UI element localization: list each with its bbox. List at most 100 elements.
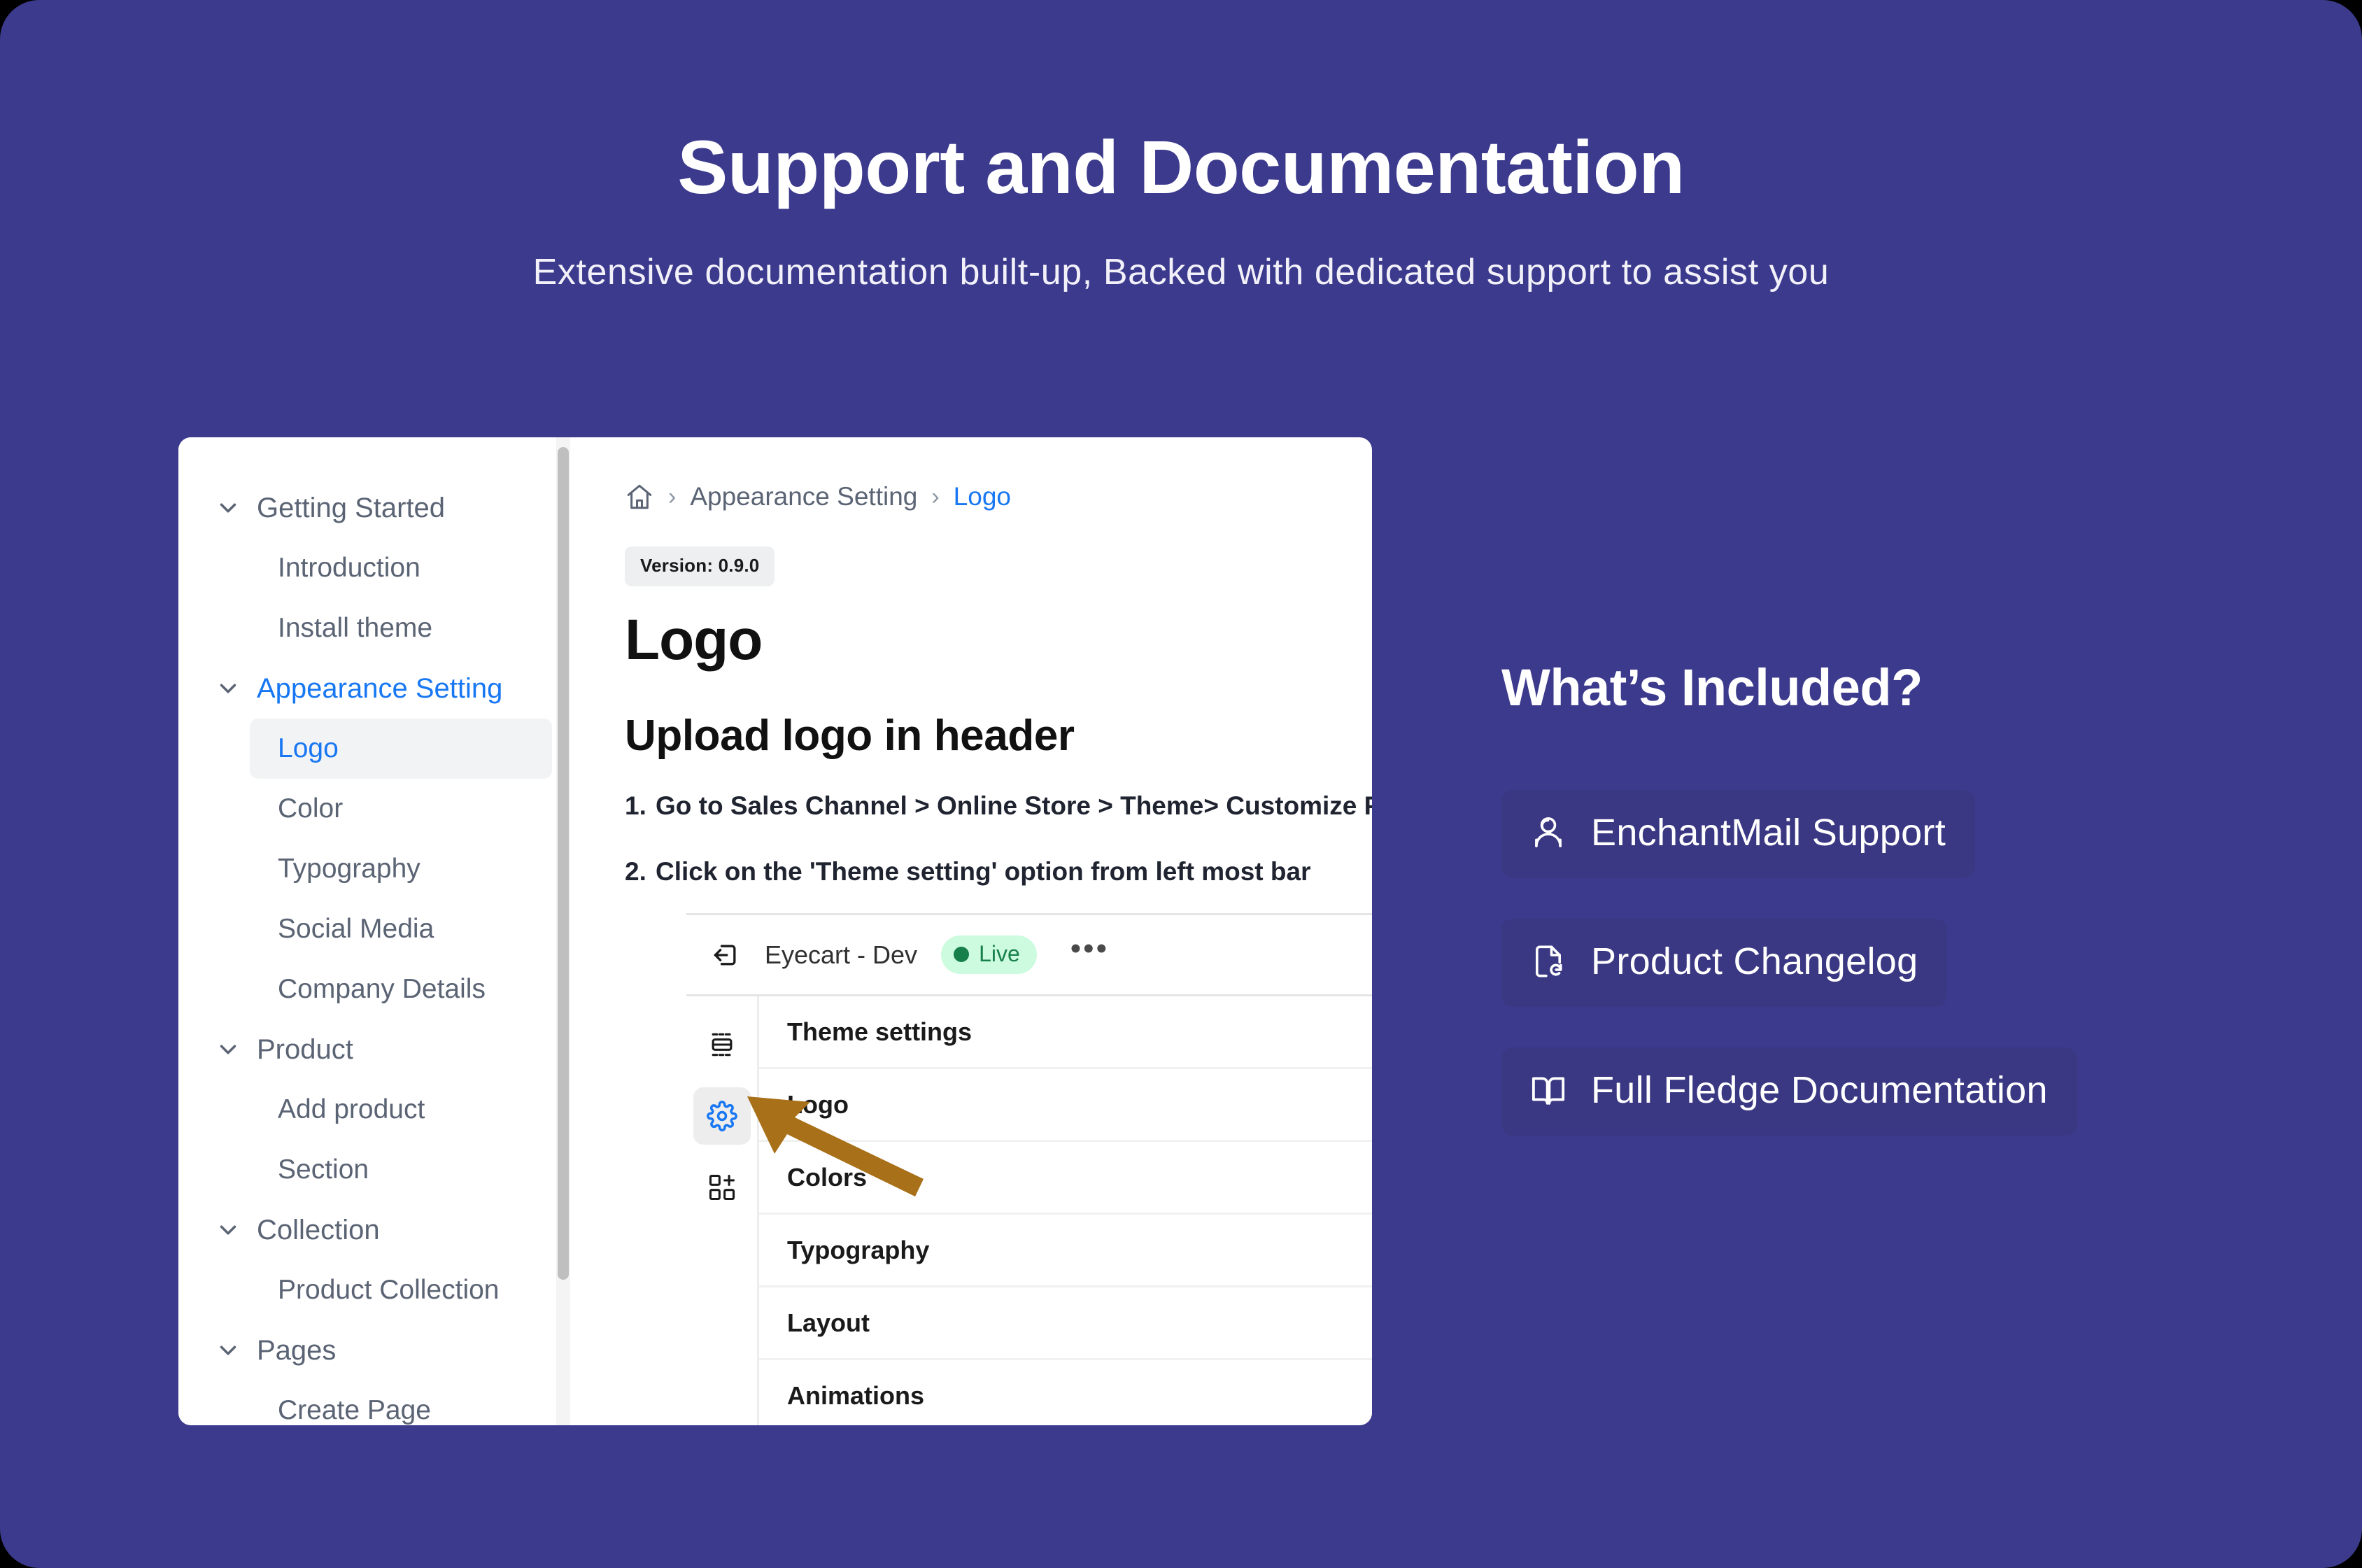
document-refresh-icon: [1529, 942, 1567, 980]
sidebar-item-label: Section: [278, 1154, 369, 1185]
sidebar-item-company-details[interactable]: Company Details: [250, 959, 552, 1019]
breadcrumb-separator: ›: [668, 483, 677, 510]
doc-step-number: 2.: [625, 857, 646, 886]
sidebar-item-label: Introduction: [278, 553, 420, 583]
slide-root: Support and Documentation Extensive docu…: [0, 0, 2362, 1568]
doc-heading: Logo: [625, 608, 763, 672]
row-label: Layout: [787, 1308, 870, 1337]
embed-rail-sidebar: [686, 996, 759, 1425]
theme-settings-row[interactable]: Logo: [759, 1069, 1372, 1142]
apps-add-icon[interactable]: [693, 1159, 751, 1216]
sidebar-item-typography[interactable]: Typography: [250, 839, 552, 899]
card-label: Product Changelog: [1591, 940, 1918, 982]
embed-topbar: Eyecart - Dev Live •••: [686, 915, 1372, 996]
gear-icon[interactable]: [693, 1087, 751, 1145]
sidebar-scrollbar-thumb[interactable]: [558, 447, 569, 1280]
breadcrumb: › Appearance Setting › Logo: [625, 478, 1372, 516]
sidebar-item-social-media[interactable]: Social Media: [250, 899, 552, 959]
theme-settings-list: Theme settings Logo Colors Typography La…: [759, 996, 1372, 1425]
doc-step-text: Go to Sales Channel > Online Store > The…: [656, 791, 1372, 820]
card-label: EnchantMail Support: [1591, 812, 1946, 854]
sidebar-item-create-page[interactable]: Create Page: [250, 1380, 552, 1425]
chevron-down-icon: [212, 1334, 244, 1366]
card-full-fledge-documentation[interactable]: Full Fledge Documentation: [1501, 1047, 2077, 1136]
sidebar-group-collection[interactable]: Collection: [178, 1200, 570, 1260]
sidebar-item-section[interactable]: Section: [250, 1140, 552, 1200]
embed-body: Theme settings Logo Colors Typography La…: [686, 996, 1372, 1425]
page-title: Support and Documentation: [677, 125, 1685, 209]
breadcrumb-parent[interactable]: Appearance Setting: [690, 482, 917, 511]
doc-step: 1. Go to Sales Channel > Online Store > …: [625, 791, 1372, 821]
more-menu-icon[interactable]: •••: [1070, 933, 1109, 968]
support-agent-icon: [1529, 814, 1567, 852]
theme-settings-row[interactable]: Theme settings: [759, 996, 1372, 1069]
card-product-changelog[interactable]: Product Changelog: [1501, 919, 1948, 1007]
sidebar-item-label: Logo: [278, 733, 339, 763]
page-subtitle: Extensive documentation built-up, Backed…: [532, 251, 1830, 292]
row-label: Theme settings: [787, 1017, 973, 1046]
status-badge: Live: [941, 935, 1037, 974]
documentation-screenshot-card: Getting Started Introduction Install the…: [178, 437, 1372, 1425]
home-icon[interactable]: [625, 482, 654, 511]
sidebar-item-color[interactable]: Color: [250, 779, 552, 839]
sidebar-group-pages[interactable]: Pages: [178, 1320, 570, 1380]
doc-step-number: 1.: [625, 791, 646, 820]
card-label: Full Fledge Documentation: [1591, 1069, 2048, 1111]
sections-icon[interactable]: [693, 1016, 751, 1073]
whats-included-panel: What’s Included? EnchantMail Support Pro…: [1501, 658, 2077, 1176]
card-enchantmail-support[interactable]: EnchantMail Support: [1501, 790, 1975, 878]
status-badge-label: Live: [979, 941, 1020, 966]
theme-settings-row[interactable]: Animations: [759, 1360, 1372, 1425]
sidebar-group-label: Getting Started: [257, 492, 446, 523]
sidebar-item-logo[interactable]: Logo: [250, 719, 552, 779]
whats-included-title: What’s Included?: [1501, 658, 1923, 716]
chevron-down-icon: [212, 1214, 244, 1246]
sidebar-item-label: Color: [278, 793, 344, 824]
status-dot-icon: [954, 946, 970, 962]
sidebar-item-add-product[interactable]: Add product: [250, 1080, 552, 1140]
doc-step-text: Click on the 'Theme setting' option from…: [656, 857, 1311, 886]
row-label: Animations: [787, 1380, 925, 1410]
sidebar-item-label: Add product: [278, 1094, 425, 1124]
store-name: Eyecart - Dev: [765, 940, 918, 969]
sidebar-item-label: Company Details: [278, 974, 486, 1004]
sidebar-group-label: Appearance Setting: [257, 672, 503, 704]
theme-settings-row[interactable]: Layout: [759, 1287, 1372, 1360]
breadcrumb-separator: ›: [931, 483, 940, 510]
chevron-down-icon: [212, 672, 244, 705]
sidebar-item-label: Typography: [278, 854, 420, 884]
theme-settings-row[interactable]: Colors: [759, 1142, 1372, 1215]
sidebar-item-label: Social Media: [278, 914, 434, 944]
doc-subheading: Upload logo in header: [625, 712, 1075, 760]
sidebar-item-label: Install theme: [278, 613, 433, 643]
doc-main-content: › Appearance Setting › Logo Version: 0.9…: [570, 437, 1372, 1425]
sidebar-group-appearance-setting[interactable]: Appearance Setting: [178, 658, 570, 719]
doc-sidebar: Getting Started Introduction Install the…: [178, 437, 570, 1425]
sidebar-scrollbar[interactable]: [556, 437, 570, 1425]
chevron-down-icon: [212, 1033, 244, 1066]
sidebar-item-install-theme[interactable]: Install theme: [250, 598, 552, 658]
chevron-down-icon: [212, 492, 244, 524]
exit-icon[interactable]: [710, 940, 741, 970]
row-label: Logo: [787, 1089, 849, 1119]
sidebar-group-label: Collection: [257, 1214, 380, 1245]
row-label: Typography: [787, 1235, 930, 1264]
sidebar-group-label: Pages: [257, 1334, 337, 1366]
sidebar-item-product-collection[interactable]: Product Collection: [250, 1260, 552, 1320]
sidebar-item-label: Create Page: [278, 1395, 431, 1425]
doc-step: 2. Click on the 'Theme setting' option f…: [625, 857, 1372, 887]
sidebar-group-label: Product: [257, 1033, 353, 1065]
doc-steps-list: 1. Go to Sales Channel > Online Store > …: [625, 791, 1372, 887]
whats-included-card-list: EnchantMail Support Product Changelog Fu…: [1501, 790, 2077, 1176]
open-book-icon: [1529, 1071, 1567, 1109]
sidebar-item-label: Product Collection: [278, 1275, 500, 1305]
version-badge: Version: 0.9.0: [625, 546, 775, 586]
breadcrumb-current[interactable]: Logo: [954, 482, 1011, 511]
row-label: Colors: [787, 1162, 868, 1192]
sidebar-group-product[interactable]: Product: [178, 1019, 570, 1080]
embedded-theme-editor-screenshot: Eyecart - Dev Live ••• Theme settings Lo…: [686, 913, 1372, 1425]
sidebar-item-introduction[interactable]: Introduction: [250, 538, 552, 598]
theme-settings-row[interactable]: Typography: [759, 1215, 1372, 1287]
hero-section: Support and Documentation Extensive docu…: [0, 125, 2362, 293]
sidebar-group-getting-started[interactable]: Getting Started: [178, 478, 570, 538]
